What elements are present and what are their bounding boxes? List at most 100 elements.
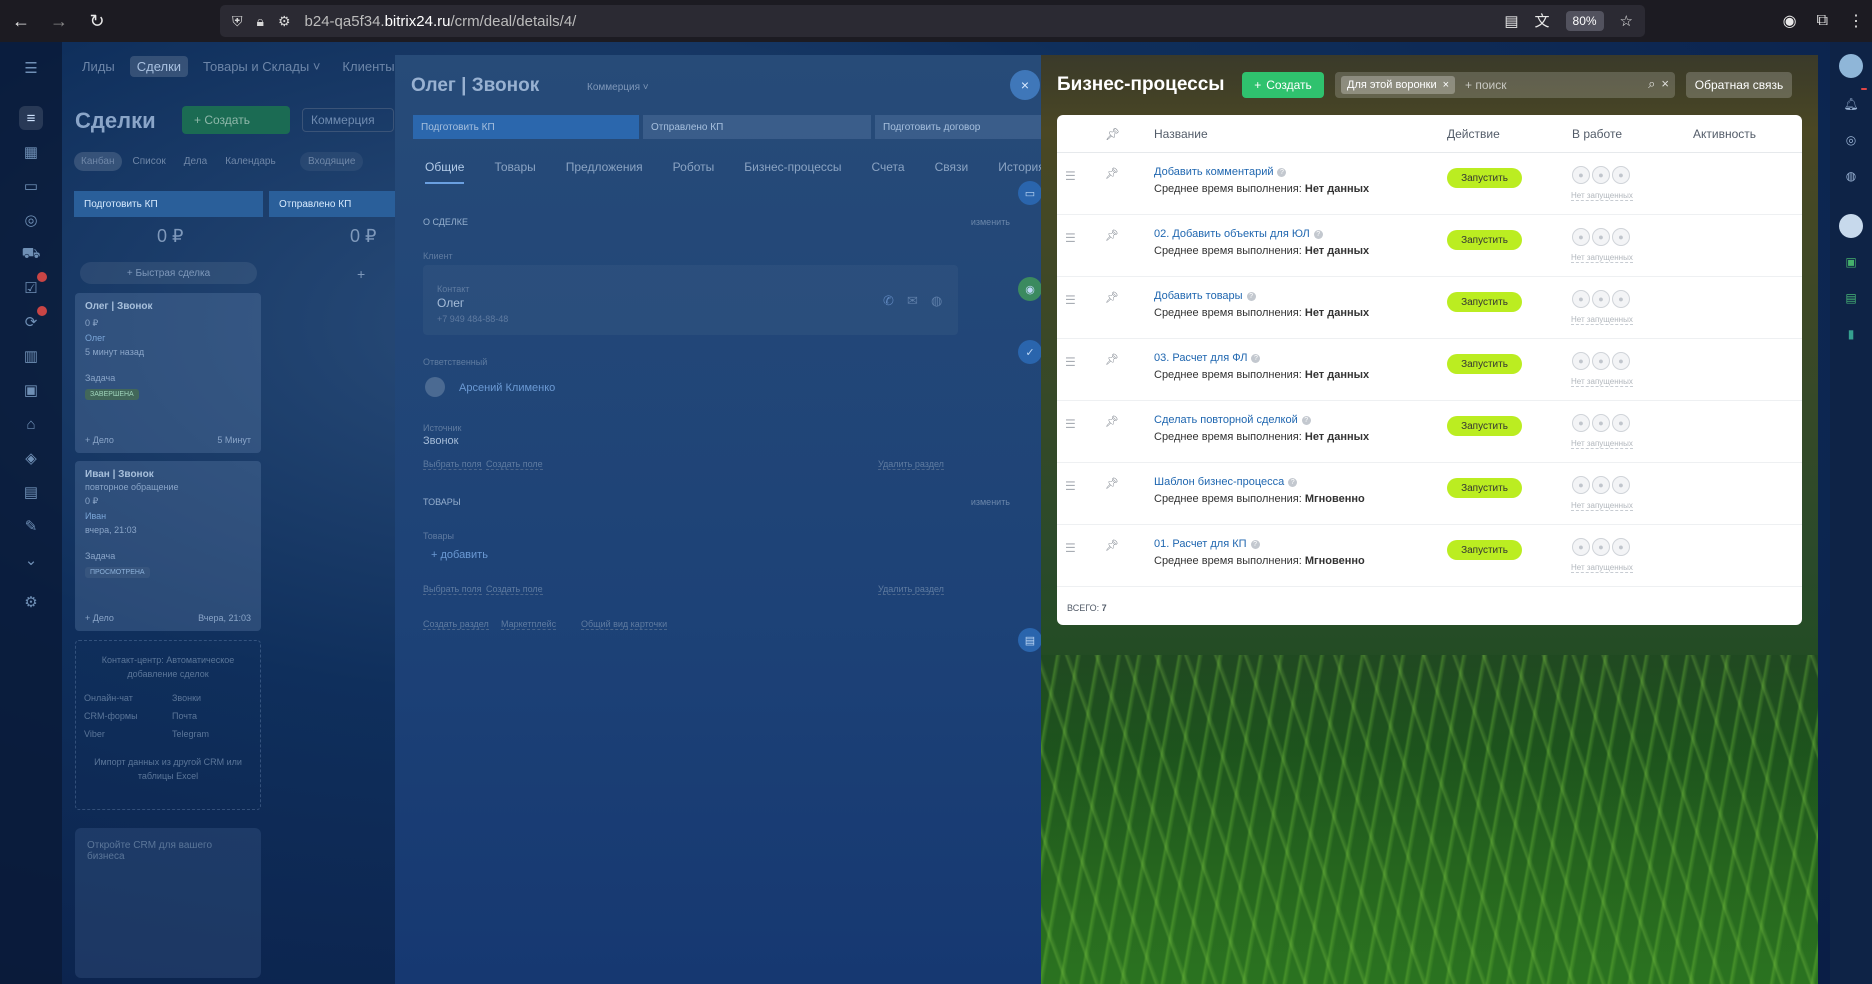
- permissions-icon[interactable]: ⚙: [278, 13, 291, 30]
- bp-name-link[interactable]: Добавить комментарий?: [1154, 166, 1287, 178]
- select-fields-link[interactable]: Выбрать поля: [423, 459, 482, 470]
- analytics-icon[interactable]: ▥: [19, 344, 43, 368]
- inbox-filter[interactable]: Входящие: [300, 152, 364, 171]
- pin-icon[interactable]: 📌︎: [1105, 477, 1119, 490]
- help-icon[interactable]: ?: [1277, 168, 1287, 177]
- import-link[interactable]: Импорт данных из другой CRM или таблицы …: [84, 755, 252, 783]
- contact-phone[interactable]: +7 949 484-88-48: [437, 314, 508, 324]
- bp-name-link[interactable]: Добавить товары?: [1154, 290, 1256, 302]
- no-running-link[interactable]: Нет запущенных: [1571, 191, 1633, 201]
- reload-icon[interactable]: ↻: [80, 4, 114, 38]
- pin-icon[interactable]: 📌︎: [1105, 167, 1119, 180]
- pin-icon[interactable]: 📌︎: [1105, 291, 1119, 304]
- edit-link[interactable]: изменить: [971, 497, 1010, 507]
- quick-deal-button[interactable]: + Быстрая сделка: [80, 262, 257, 284]
- calendar-icon[interactable]: ▦: [19, 140, 43, 164]
- channel-viber[interactable]: Viber: [84, 727, 164, 741]
- deal-card-contact[interactable]: Олег: [85, 333, 251, 343]
- bell-icon[interactable]: 🔔︎: [1839, 88, 1867, 116]
- crm-icon[interactable]: ≡: [19, 106, 43, 130]
- run-button[interactable]: Запустить: [1447, 478, 1522, 498]
- nav-products[interactable]: Товары и Склады ˅: [196, 56, 327, 77]
- deal-category[interactable]: Коммерция ˅: [587, 82, 649, 93]
- timeline-mail-icon[interactable]: ▤: [1018, 628, 1042, 652]
- stage-item[interactable]: Подготовить договор: [875, 115, 1045, 139]
- tab-activities[interactable]: Дела: [177, 152, 214, 171]
- responsible-name[interactable]: Арсений Клименко: [459, 382, 555, 394]
- store-icon[interactable]: ⌂: [19, 412, 43, 436]
- feedback-button[interactable]: Обратная связь: [1686, 72, 1792, 98]
- translate-icon[interactable]: 文: [1535, 10, 1550, 31]
- pin-column-icon[interactable]: 📌︎: [1105, 127, 1120, 141]
- drag-handle-icon[interactable]: ☰: [1065, 479, 1076, 493]
- address-bar[interactable]: ⛨ 🔒︎ ⚙ b24-qa5f34.bitrix24.ru/crm/deal/d…: [220, 5, 1645, 37]
- drag-handle-icon[interactable]: ☰: [1065, 293, 1076, 307]
- contact-name[interactable]: Олег: [437, 296, 464, 310]
- no-running-link[interactable]: Нет запущенных: [1571, 315, 1633, 325]
- zoom-level[interactable]: 80%: [1565, 10, 1604, 31]
- sign-icon[interactable]: ✎: [19, 514, 43, 538]
- no-running-link[interactable]: Нет запущенных: [1571, 501, 1633, 511]
- shield-icon[interactable]: ⛨: [232, 13, 243, 30]
- channel-online-chat[interactable]: Онлайн-чат: [84, 691, 164, 705]
- run-button[interactable]: Запустить: [1447, 230, 1522, 250]
- marketplace-link[interactable]: Маркетплейс: [501, 619, 557, 630]
- timeline-task-icon[interactable]: ✓: [1018, 340, 1042, 364]
- contact-avatar[interactable]: [1839, 214, 1863, 238]
- document-icon[interactable]: ▤: [19, 480, 43, 504]
- chevron-down-icon[interactable]: ⌄: [19, 548, 43, 572]
- tab-offers[interactable]: Предложения: [566, 160, 643, 184]
- messenger-icon[interactable]: ◎: [1839, 128, 1863, 152]
- channel-icon[interactable]: ▣: [1839, 250, 1863, 274]
- cart-icon[interactable]: ⛟: [19, 242, 43, 266]
- tab-calendar[interactable]: Календарь: [218, 152, 282, 171]
- menu-burger-icon[interactable]: ☰: [19, 56, 43, 80]
- select-fields-link[interactable]: Выбрать поля: [423, 584, 482, 595]
- create-section-link[interactable]: Создать раздел: [423, 619, 489, 630]
- tasks-icon[interactable]: ☑: [19, 272, 47, 300]
- reader-view-icon[interactable]: ▤: [1504, 12, 1518, 30]
- clear-search-icon[interactable]: ×: [1661, 76, 1669, 92]
- url-text[interactable]: b24-qa5f34.bitrix24.ru/crm/deal/details/…: [305, 13, 577, 30]
- stage-item[interactable]: Отправлено КП: [643, 115, 871, 139]
- nav-leads[interactable]: Лиды: [75, 56, 122, 77]
- drag-handle-icon[interactable]: ☰: [1065, 417, 1076, 431]
- tab-general[interactable]: Общие: [425, 160, 465, 184]
- timeline-comment-icon[interactable]: ▭: [1018, 181, 1042, 205]
- pin-icon[interactable]: 📌︎: [1105, 229, 1119, 242]
- gear-icon[interactable]: ⚙: [19, 590, 43, 614]
- delete-section-link[interactable]: Удалить раздел: [878, 459, 944, 470]
- create-deal-button[interactable]: + Создать: [182, 106, 290, 134]
- column-activity[interactable]: Активность: [1693, 127, 1756, 141]
- kanban-column-header[interactable]: Подготовить КП: [74, 191, 263, 217]
- column-in-work[interactable]: В работе: [1572, 127, 1622, 141]
- run-button[interactable]: Запустить: [1447, 292, 1522, 312]
- create-field-link[interactable]: Создать поле: [486, 459, 543, 470]
- column-action[interactable]: Действие: [1447, 127, 1500, 141]
- common-view-link[interactable]: Общий вид карточки: [581, 619, 668, 630]
- box-icon[interactable]: ◈: [19, 446, 43, 470]
- tab-robots[interactable]: Роботы: [673, 160, 715, 184]
- add-activity-link[interactable]: + Дело: [85, 613, 114, 623]
- search-placeholder[interactable]: + поиск: [1465, 78, 1506, 92]
- automation-icon[interactable]: ⟳: [19, 306, 47, 334]
- bookmark-icon[interactable]: ▮: [1839, 322, 1863, 346]
- help-icon[interactable]: ?: [1301, 416, 1311, 425]
- delete-section-link[interactable]: Удалить раздел: [878, 584, 944, 595]
- search-icon[interactable]: ⌕: [1648, 76, 1655, 92]
- channel-crm-forms[interactable]: CRM-формы: [84, 709, 164, 723]
- drag-handle-icon[interactable]: ☰: [1065, 541, 1076, 555]
- bp-create-button[interactable]: + Создать: [1242, 72, 1324, 98]
- menu-icon[interactable]: ⋮: [1848, 11, 1864, 31]
- stage-item[interactable]: Подготовить КП: [413, 115, 639, 139]
- tab-products[interactable]: Товары: [494, 160, 535, 184]
- pin-icon[interactable]: 📌︎: [1105, 353, 1119, 366]
- bp-name-link[interactable]: Шаблон бизнес-процесса?: [1154, 476, 1298, 488]
- bp-name-link[interactable]: 01. Расчет для КП?: [1154, 538, 1260, 550]
- drag-handle-icon[interactable]: ☰: [1065, 231, 1076, 245]
- bp-search-field[interactable]: Для этой воронки × + поиск ⌕ ×: [1335, 72, 1675, 98]
- no-running-link[interactable]: Нет запущенных: [1571, 563, 1633, 573]
- deal-card-title[interactable]: Иван | Звонок: [85, 469, 251, 480]
- bp-name-link[interactable]: Сделать повторной сделкой?: [1154, 414, 1311, 426]
- tab-relations[interactable]: Связи: [935, 160, 969, 184]
